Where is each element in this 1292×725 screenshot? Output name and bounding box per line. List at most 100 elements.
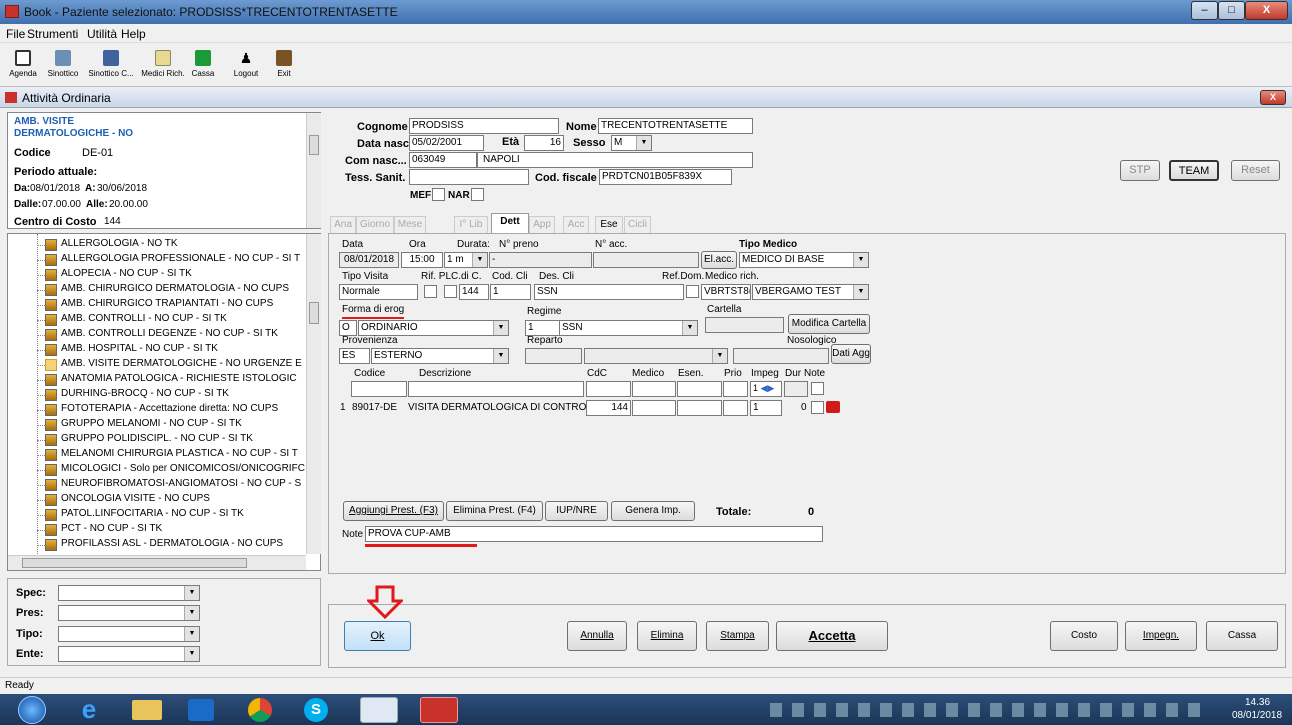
row-medico-field[interactable] xyxy=(632,400,676,416)
tipo-medico-select[interactable]: MEDICO DI BASE ▼ xyxy=(739,252,869,268)
com-nasc-code-field[interactable]: 063049 xyxy=(409,152,477,168)
elimina-button[interactable]: Elimina xyxy=(637,621,697,651)
ok-button[interactable]: Ok xyxy=(344,621,411,651)
new-dur-field[interactable] xyxy=(784,381,808,397)
tray-icons[interactable] xyxy=(770,703,1210,717)
spec-select[interactable]: ▼ xyxy=(58,585,200,601)
row-cdc-field[interactable]: 144 xyxy=(586,400,631,416)
medico-rich-select[interactable]: VBERGAMO TEST ▼ xyxy=(752,284,869,300)
tab-mese[interactable]: Mese xyxy=(394,216,426,233)
modifica-cartella-button[interactable]: Modifica Cartella xyxy=(788,314,870,334)
start-orb-icon[interactable] xyxy=(18,696,46,724)
tab-ana[interactable]: Ana xyxy=(330,216,356,233)
cod-cli-field[interactable]: 1 xyxy=(490,284,531,300)
nar-checkbox[interactable] xyxy=(471,188,484,201)
medico-rich-code-field[interactable]: VBRTST8( xyxy=(701,284,751,300)
app-task-icon[interactable] xyxy=(360,697,398,723)
menu-file[interactable]: File xyxy=(6,27,25,41)
menu-utilita[interactable]: Utilità xyxy=(87,27,117,41)
iup-nre-button[interactable]: IUP/NRE xyxy=(545,501,608,521)
durata-select[interactable]: 1 m ▼ xyxy=(444,252,488,268)
tree-hscroll-thumb[interactable] xyxy=(22,558,247,568)
note-field[interactable]: PROVA CUP-AMB xyxy=(365,526,823,542)
tess-sanit-field[interactable] xyxy=(409,169,529,185)
nosologico-field[interactable] xyxy=(733,348,829,364)
menu-strumenti[interactable]: Strumenti xyxy=(27,27,78,41)
subwindow-close-button[interactable]: X xyxy=(1260,90,1286,105)
new-cdc-field[interactable] xyxy=(586,381,631,397)
row-impeg-field[interactable]: 1 xyxy=(750,400,782,416)
book-task-icon[interactable] xyxy=(420,697,458,723)
data-nasc-field[interactable]: 05/02/2001 xyxy=(409,135,484,151)
info-scroll-thumb[interactable] xyxy=(309,135,319,155)
pres-select[interactable]: ▼ xyxy=(58,605,200,621)
forma-erog-code-field[interactable]: O xyxy=(339,320,357,336)
cod-fiscale-field[interactable]: PRDTCN01B05F839X xyxy=(599,169,732,185)
new-medico-field[interactable] xyxy=(632,381,676,397)
menu-help[interactable]: Help xyxy=(121,27,146,41)
new-prio-field[interactable] xyxy=(723,381,748,397)
rif-pl-checkbox[interactable] xyxy=(424,285,437,298)
costo-button[interactable]: Costo xyxy=(1050,621,1118,651)
dati-agg-button[interactable]: Dati Agg xyxy=(831,344,871,364)
new-codice-field[interactable] xyxy=(351,381,407,397)
toolbar-logout-button[interactable]: ♟ Logout xyxy=(230,47,262,85)
chrome-icon[interactable] xyxy=(248,698,272,722)
cassa-button[interactable]: Cassa xyxy=(1206,621,1278,651)
elimina-prest-button[interactable]: Elimina Prest. (F4) xyxy=(446,501,543,521)
new-descrizione-field[interactable] xyxy=(408,381,584,397)
cdic-field[interactable]: 144 xyxy=(459,284,489,300)
provenienza-code-field[interactable]: ES xyxy=(339,348,370,364)
accetta-button[interactable]: Accetta xyxy=(776,621,888,651)
n-acc-field[interactable] xyxy=(593,252,699,268)
toolbar-cassa-button[interactable]: Cassa xyxy=(189,47,217,85)
mef-checkbox[interactable] xyxy=(432,188,445,201)
ente-select[interactable]: ▼ xyxy=(58,646,200,662)
cartella-field[interactable] xyxy=(705,317,784,333)
tree-hscrollbar[interactable] xyxy=(8,555,306,570)
impegn-button[interactable]: Impegn. xyxy=(1125,621,1197,651)
data-field[interactable]: 08/01/2018 xyxy=(339,252,399,268)
forma-erog-select[interactable]: ORDINARIO ▼ xyxy=(358,320,509,336)
tree-vscrollbar[interactable] xyxy=(306,234,321,554)
skype-icon[interactable]: S xyxy=(304,698,328,722)
reparto-code-field[interactable] xyxy=(525,348,582,364)
tab-dett[interactable]: Dett xyxy=(491,213,529,233)
explorer-icon[interactable] xyxy=(132,700,162,720)
tab-acc[interactable]: Acc xyxy=(563,216,589,233)
folder-icon[interactable] xyxy=(826,401,840,413)
toolbar-agenda-button[interactable]: Agenda xyxy=(6,47,40,85)
toolbar-exit-button[interactable]: Exit xyxy=(272,47,296,85)
com-nasc-name-field[interactable]: NAPOLI xyxy=(477,152,753,168)
info-scrollbar[interactable] xyxy=(306,113,321,228)
ref-dom-checkbox[interactable] xyxy=(686,285,699,298)
tab-ese[interactable]: Ese xyxy=(595,216,623,233)
n-preno-field[interactable]: - xyxy=(489,252,592,268)
toolbar-medici-button[interactable]: Medici Rich. xyxy=(140,47,186,85)
aggiungi-prest-button[interactable]: Aggiungi Prest. (F3) xyxy=(343,501,444,521)
provenienza-select[interactable]: ESTERNO ▼ xyxy=(371,348,509,364)
sesso-select[interactable]: M ▼ xyxy=(611,135,652,151)
regime-select[interactable]: SSN ▼ xyxy=(559,320,698,336)
eta-field[interactable]: 16 xyxy=(524,135,564,151)
clock-date[interactable]: 08/01/2018 xyxy=(1232,710,1282,721)
cognome-field[interactable]: PRODSISS xyxy=(409,118,559,134)
team-button[interactable]: TEAM xyxy=(1169,160,1219,181)
tab-app[interactable]: App xyxy=(529,216,555,233)
minimize-button[interactable]: – xyxy=(1191,1,1218,20)
new-note-checkbox[interactable] xyxy=(811,382,824,395)
el-acc-button[interactable]: El.acc. xyxy=(701,251,737,269)
row-esen-field[interactable] xyxy=(677,400,722,416)
row-note-checkbox[interactable] xyxy=(811,401,824,414)
reset-button[interactable]: Reset xyxy=(1231,160,1280,181)
ie-icon[interactable]: e xyxy=(75,696,103,723)
new-impeg-stepper[interactable]: 1 ◀▶ xyxy=(750,381,782,397)
ora-field[interactable]: 15:00 xyxy=(401,252,443,268)
row-prio-field[interactable] xyxy=(723,400,748,416)
clock-time[interactable]: 14.36 xyxy=(1245,697,1270,708)
tab-cicli[interactable]: Cicli xyxy=(624,216,651,233)
tipo-select[interactable]: ▼ xyxy=(58,626,200,642)
media-player-icon[interactable] xyxy=(188,699,214,721)
nome-field[interactable]: TRECENTOTRENTASETTE xyxy=(598,118,753,134)
close-button[interactable]: X xyxy=(1245,1,1288,20)
